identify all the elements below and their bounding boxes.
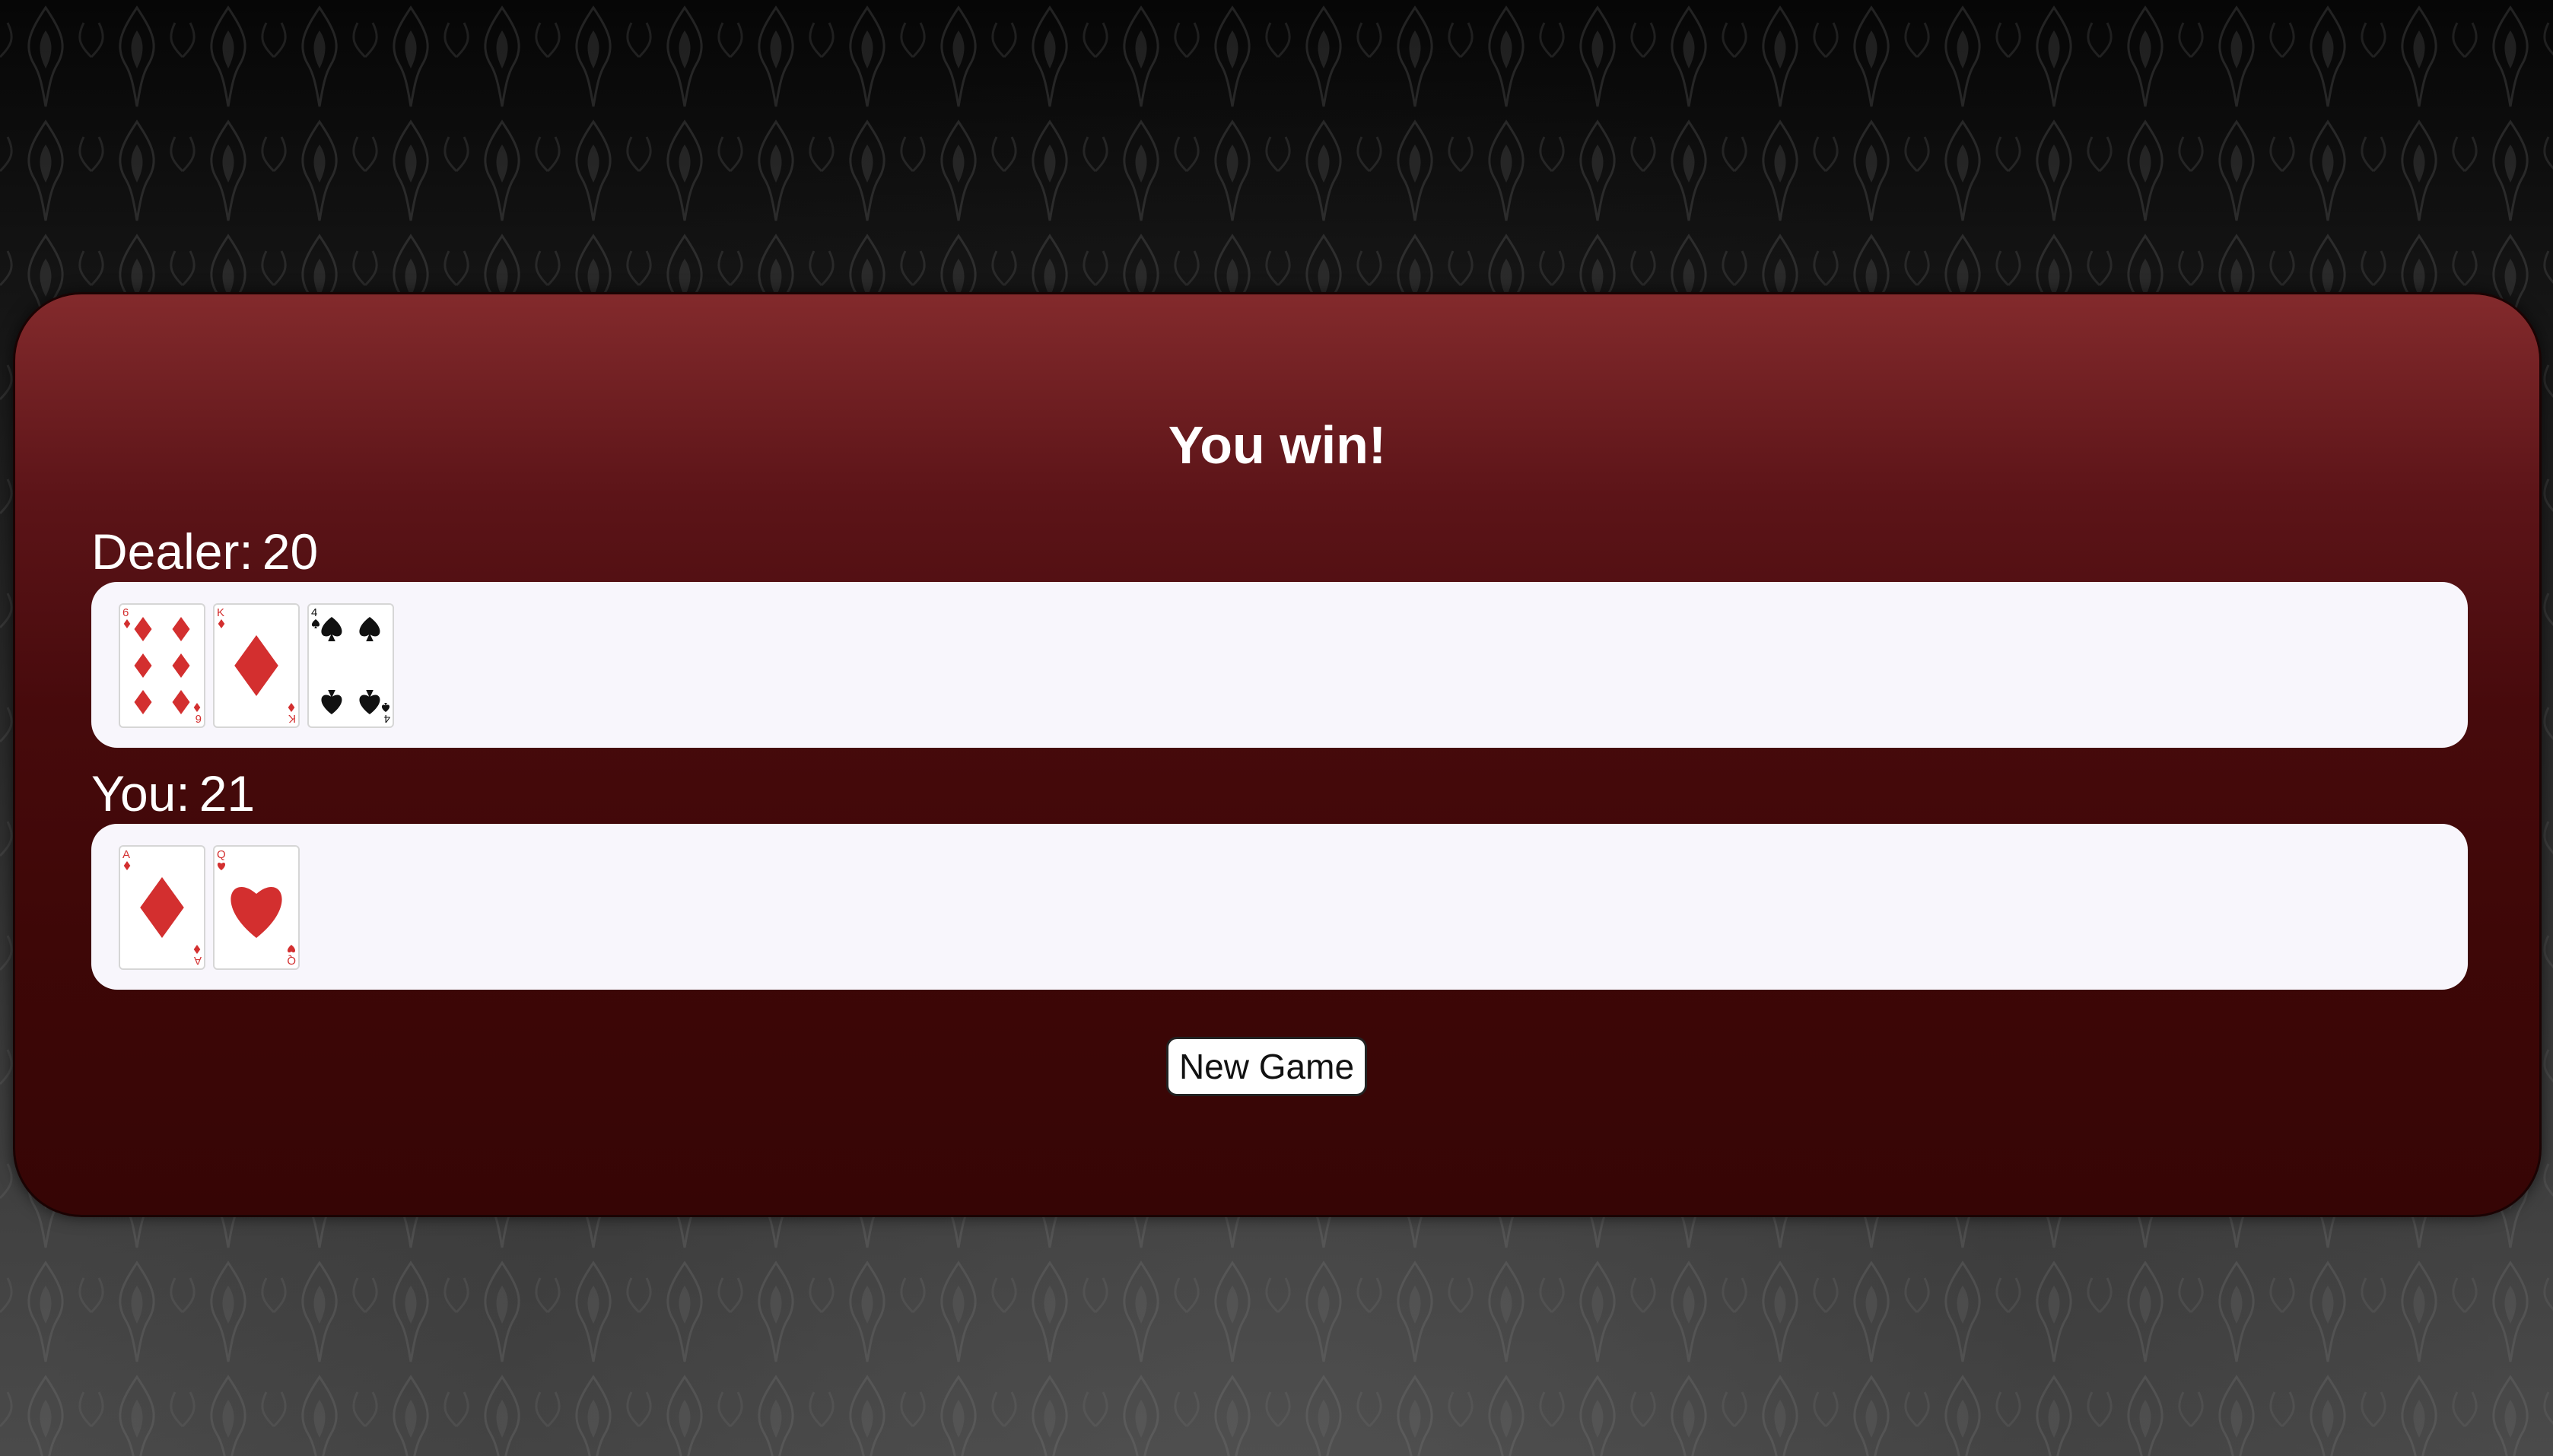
card-rank-bottom: A: [194, 954, 202, 967]
card-corner-bottom: 4: [381, 703, 390, 725]
card-corner-suit-top: [123, 619, 131, 628]
dealer-card-k-of-diamonds: KK: [213, 603, 300, 728]
diamonds-suit-icon: AA: [122, 848, 202, 967]
card-pip: [172, 690, 190, 714]
card-rank-bottom: 6: [196, 712, 202, 725]
dealer-score: 20: [262, 523, 319, 580]
dealer-hand-area: 66KK44: [91, 582, 2468, 748]
card-center-suit: [234, 635, 278, 696]
dealer-score-label: Dealer: 20: [91, 524, 318, 579]
dealer-cards: 66KK44: [119, 603, 394, 728]
player-cards: AAQQ: [119, 845, 300, 970]
dealer-card-6-of-diamonds: 66: [119, 603, 205, 728]
new-game-button[interactable]: New Game: [1166, 1037, 1367, 1096]
card-pip: [359, 617, 380, 641]
player-hand-area: AAQQ: [91, 824, 2468, 990]
card-rank-bottom: Q: [287, 954, 296, 967]
dealer-label: Dealer:: [91, 523, 253, 580]
card-pip: [134, 617, 152, 641]
card-pip: [359, 690, 380, 714]
player-label: You:: [91, 765, 190, 822]
card-pip: [321, 617, 342, 641]
card-corner-bottom: 6: [193, 703, 202, 725]
hearts-suit-icon: QQ: [217, 848, 296, 967]
game-table: You win! Dealer: 20 66KK44 You: 21 AAQQ Ne…: [13, 292, 2542, 1217]
card-pip: [172, 653, 190, 678]
player-card-q-of-hearts: QQ: [213, 845, 300, 970]
card-rank-top: K: [217, 606, 224, 619]
player-card-a-of-diamonds: AA: [119, 845, 205, 970]
spades-suit-icon: 44: [311, 606, 390, 725]
player-score-label: You: 21: [91, 766, 255, 821]
card-center-suit: [231, 886, 282, 938]
card-pip: [134, 653, 152, 678]
card-rank-bottom: 4: [384, 712, 390, 725]
card-corner-bottom: Q: [287, 945, 296, 967]
card-corner-suit-top: [311, 619, 320, 628]
card-rank-top: Q: [217, 848, 226, 861]
card-corner-suit-bottom: [287, 945, 296, 953]
card-corner-suit-bottom: [193, 703, 201, 712]
card-corner-bottom: K: [288, 703, 296, 725]
card-corner-suit-bottom: [193, 945, 201, 954]
card-rank-top: 4: [311, 606, 317, 619]
card-corner-bottom: A: [193, 945, 202, 967]
card-pip: [134, 690, 152, 714]
card-corner-suit-bottom: [288, 703, 295, 712]
card-rank-top: A: [122, 848, 130, 861]
game-result-message: You win!: [1168, 415, 1387, 475]
card-center-suit: [140, 877, 184, 938]
diamonds-suit-icon: KK: [217, 606, 296, 725]
card-rank-top: 6: [122, 606, 129, 619]
card-corner-suit-top: [217, 862, 226, 870]
dealer-card-4-of-spades: 44: [307, 603, 394, 728]
card-pip: [321, 690, 342, 714]
card-corner-suit-top: [218, 619, 225, 628]
diamonds-suit-icon: 66: [122, 606, 202, 725]
card-rank-bottom: K: [288, 712, 296, 725]
card-pip: [172, 617, 190, 641]
card-corner-suit-top: [123, 861, 131, 870]
player-score: 21: [199, 765, 256, 822]
card-corner-suit-bottom: [381, 703, 390, 712]
